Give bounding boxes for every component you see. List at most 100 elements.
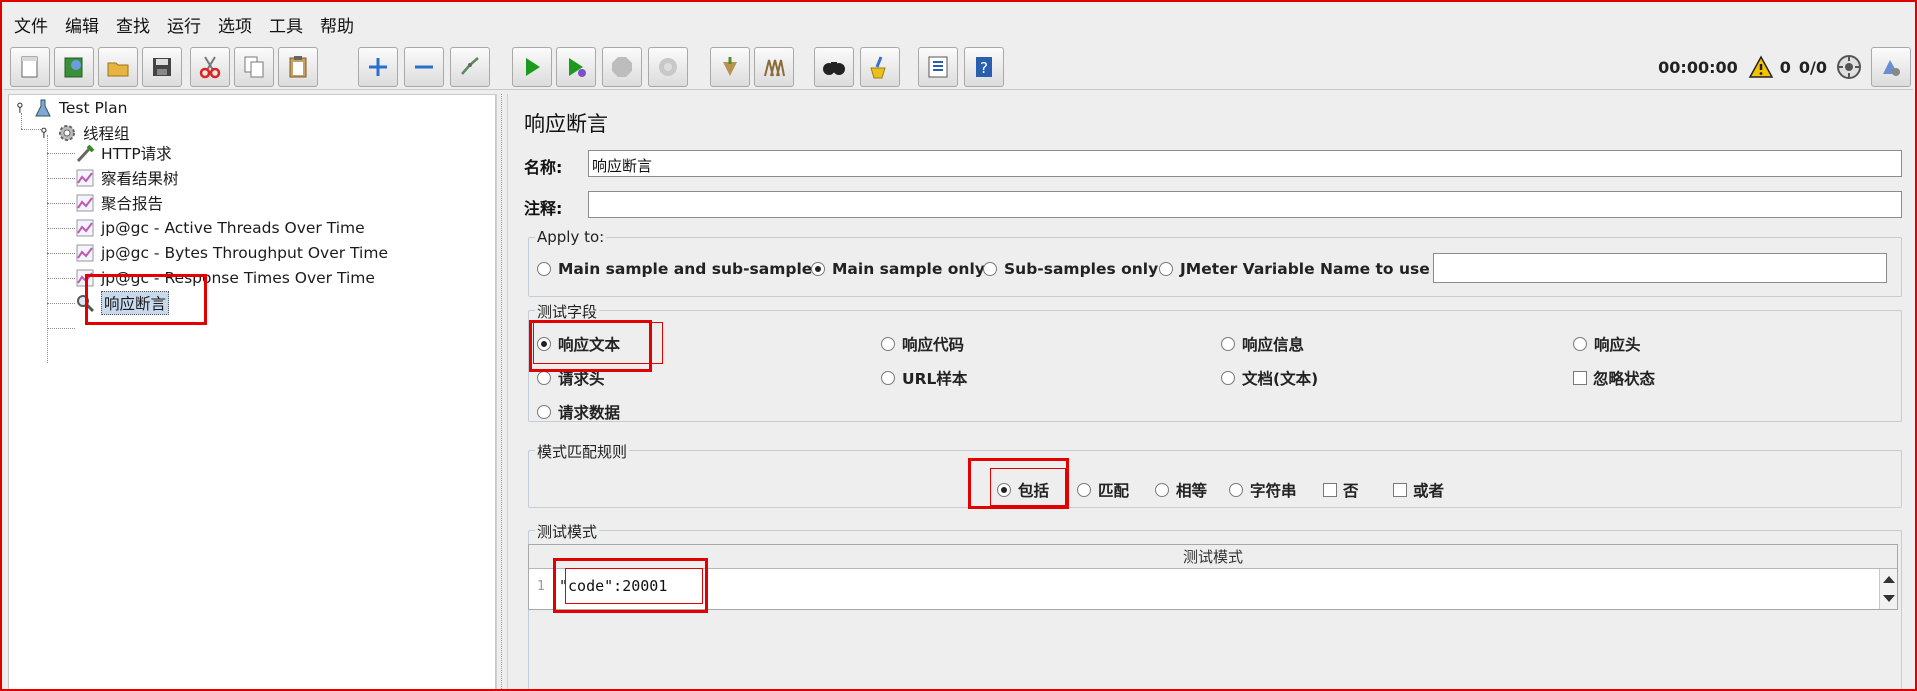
radio-sub-only[interactable]: Sub-samples only [983,260,1158,278]
expand-handle-icon[interactable] [39,126,53,140]
apply-to-group: Apply to: Main sample and sub-samples Ma… [528,228,1902,297]
radio-url-sampled[interactable]: URL样本 [881,367,967,389]
radio-substring[interactable]: 字符串 [1229,479,1297,501]
comment-label: 注释: [524,199,563,218]
menu-tools[interactable]: 工具 [269,12,303,37]
scroll-up-icon[interactable] [1883,576,1895,583]
shutdown-icon [659,58,677,76]
reset-search-button[interactable] [860,47,900,87]
table-row[interactable]: 1 "code":20001 [529,569,1879,609]
apply-to-title: Apply to: [535,228,607,246]
collapse-icon [415,65,433,69]
status-area: 00:00:00 0 0/0 [1658,44,1911,90]
warning-icon[interactable] [1748,55,1774,79]
menu-options[interactable]: 选项 [218,12,252,37]
start-icon [526,58,540,76]
clear-button[interactable] [710,47,750,87]
comment-field[interactable] [588,191,1902,218]
shutdown-button[interactable] [648,47,688,87]
or-checkbox[interactable]: 或者 [1393,479,1444,501]
tree-node-aggregate-report[interactable]: 聚合报告 [75,192,163,214]
clear-all-button[interactable] [754,47,794,87]
magnifier-icon [77,295,95,313]
log-viewer-icon [1883,60,1900,76]
table-scrollbar[interactable] [1879,569,1897,609]
test-field-group: 测试字段 响应文本 响应代码 响应信息 响应头 请求头 URL样本 文档(文本)… [528,301,1902,423]
radio-response-message[interactable]: 响应信息 [1221,333,1304,355]
listener-chart-icon [76,194,94,212]
listener-chart-icon [76,169,94,187]
search-button[interactable] [814,47,854,87]
tree-node-response-times[interactable]: jp@gc - Response Times Over Time [75,267,375,289]
radio-matches[interactable]: 匹配 [1077,479,1129,501]
templates-button[interactable] [54,47,94,87]
test-patterns-title: 测试模式 [535,521,600,542]
test-plan-icon [35,99,51,117]
clear-icon [723,57,737,76]
stop-button[interactable] [602,47,642,87]
radio-response-headers[interactable]: 响应头 [1573,333,1641,355]
radio-equals[interactable]: 相等 [1155,479,1207,501]
function-helper-button[interactable] [918,47,958,87]
toggle-button[interactable] [450,47,490,87]
copy-button[interactable] [234,47,274,87]
listener-chart-icon [76,269,94,287]
table-header: 测试模式 [529,545,1897,569]
test-field-title: 测试字段 [535,301,600,322]
scroll-down-icon[interactable] [1883,595,1895,602]
start-button[interactable] [512,47,552,87]
cut-button[interactable] [190,47,230,87]
name-label: 名称: [524,158,563,177]
listener-chart-icon [76,219,94,237]
help-icon: ? [976,57,992,77]
http-sampler-icon [76,144,95,163]
not-checkbox[interactable]: 否 [1323,479,1359,501]
menu-help[interactable]: 帮助 [320,12,354,37]
radio-main-and-sub[interactable]: Main sample and sub-samples [537,260,822,278]
tree-node-active-threads[interactable]: jp@gc - Active Threads Over Time [75,217,365,239]
toolbar: ? 00:00:00 0 0/0 [4,44,1913,90]
radio-request-headers[interactable]: 请求头 [537,367,605,389]
open-button[interactable] [98,47,138,87]
menu-run[interactable]: 运行 [167,12,201,37]
radio-jmeter-variable[interactable]: JMeter Variable Name to use [1159,260,1430,278]
split-pane-divider[interactable] [496,94,508,689]
start-no-pauses-button[interactable] [556,47,596,87]
clear-all-icon [764,59,785,77]
expand-handle-icon[interactable] [15,101,29,115]
panel-title: 响应断言 [524,112,608,136]
pattern-rules-group: 模式匹配规则 包括 匹配 相等 字符串 否 或者 [528,441,1902,508]
tree-node-response-assertion[interactable]: 响应断言 [75,291,170,315]
tree-node-test-plan[interactable]: Test Plan [15,97,127,119]
name-field[interactable]: 响应断言 [588,150,1902,177]
tree-node-http-request[interactable]: HTTP请求 [75,142,172,164]
log-viewer-button[interactable] [1871,47,1911,87]
ignore-status-checkbox[interactable]: 忽略状态 [1573,367,1655,389]
tree-node-thread-group[interactable]: 线程组 [39,122,130,144]
cut-icon [199,56,221,79]
pattern-rules-title: 模式匹配规则 [535,441,630,462]
collapse-all-button[interactable] [404,47,444,87]
save-button[interactable] [142,47,182,87]
menu-edit[interactable]: 编辑 [65,12,99,37]
paste-button[interactable] [278,47,318,87]
radio-response-text[interactable]: 响应文本 [537,333,620,355]
pattern-value[interactable]: "code":20001 [559,577,667,595]
radio-contains[interactable]: 包括 [997,479,1049,501]
paste-icon [289,56,307,78]
jmeter-variable-input[interactable] [1433,253,1887,283]
jmeter-window: 文件 编辑 查找 运行 选项 工具 帮助 ? 00:00:00 0 0/0 Te… [0,0,1917,691]
expand-icon [369,58,387,76]
radio-request-data[interactable]: 请求数据 [537,401,620,423]
radio-response-code[interactable]: 响应代码 [881,333,964,355]
menu-search[interactable]: 查找 [116,12,150,37]
tree-node-bytes-throughput[interactable]: jp@gc - Bytes Throughput Over Time [75,242,388,264]
help-button[interactable]: ? [964,47,1004,87]
radio-main-only[interactable]: Main sample only [811,260,985,278]
menu-file[interactable]: 文件 [14,12,48,37]
assertion-editor-panel: 响应断言 名称: 响应断言 注释: Apply to: Main sample … [510,94,1910,689]
expand-all-button[interactable] [358,47,398,87]
new-button[interactable] [10,47,50,87]
tree-node-view-results-tree[interactable]: 察看结果树 [75,167,179,189]
radio-document-text[interactable]: 文档(文本) [1221,367,1318,389]
